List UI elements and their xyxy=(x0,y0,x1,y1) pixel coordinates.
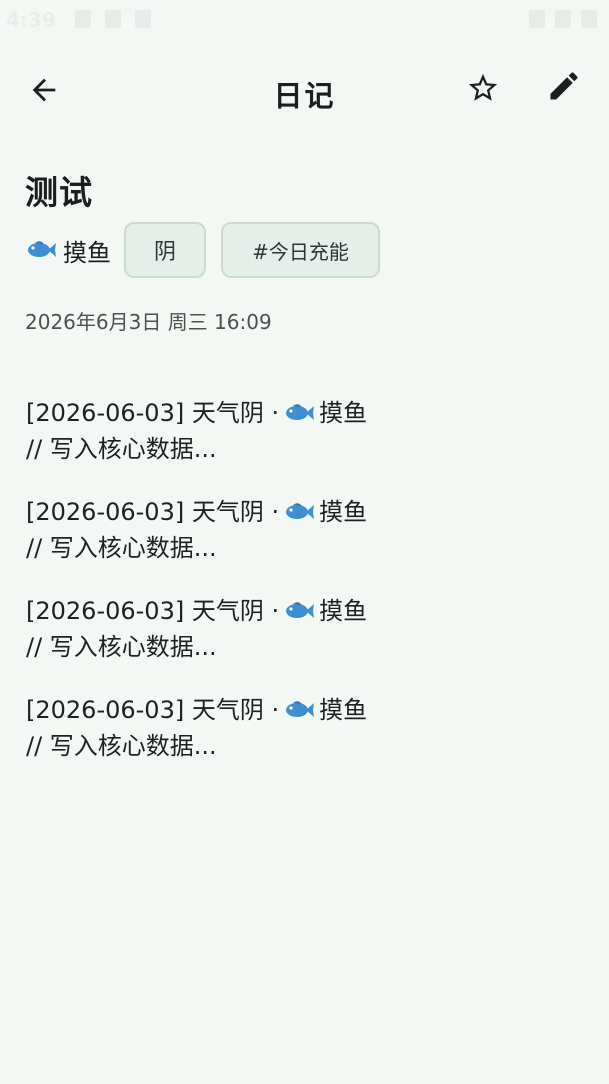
content-mood: 摸鱼 xyxy=(319,597,368,625)
content-text-line: // 写入核心数据... xyxy=(26,435,217,463)
entry-title: 测试 xyxy=(25,173,93,212)
content-header-line: [2026-06-03] 天气阴 · 摸鱼 xyxy=(26,593,586,629)
entry-date: 2026年6月3日 周三 16:09 xyxy=(25,310,272,334)
wifi-icon xyxy=(529,10,545,28)
content-block: [2026-06-03] 天气阴 · 摸鱼 // 写入核心数据... xyxy=(26,692,586,791)
edit-button[interactable] xyxy=(540,62,588,110)
weather-chip[interactable]: 阴 xyxy=(124,222,206,278)
fish-icon xyxy=(286,404,315,420)
content-text-line: // 写入核心数据... xyxy=(26,633,217,661)
status-notification-icons xyxy=(75,10,151,28)
mood-label: 摸鱼 xyxy=(63,238,111,267)
content-text-line: // 写入核心数据... xyxy=(26,732,217,760)
content-date-weather: [2026-06-03] 天气阴 · xyxy=(26,696,280,724)
pencil-icon xyxy=(550,72,578,100)
content-mood: 摸鱼 xyxy=(319,498,368,526)
entry-content: [2026-06-03] 天气阴 · 摸鱼 // 写入核心数据... [2026-… xyxy=(26,395,586,791)
content-date-weather: [2026-06-03] 天气阴 · xyxy=(26,597,280,625)
content-mood: 摸鱼 xyxy=(319,399,368,427)
fish-icon xyxy=(286,701,315,717)
entry-tags: 摸鱼 阴 #今日充能 xyxy=(25,221,395,279)
status-time: 4:39 xyxy=(6,8,56,32)
star-outline-icon xyxy=(468,73,498,101)
content-header-line: [2026-06-03] 天气阴 · 摸鱼 xyxy=(26,395,586,431)
content-date-weather: [2026-06-03] 天气阴 · xyxy=(26,399,280,427)
top-app-bar: 日记 xyxy=(0,58,609,122)
content-header-line: [2026-06-03] 天气阴 · 摸鱼 xyxy=(26,494,586,530)
fish-icon xyxy=(28,241,56,257)
content-header-line: [2026-06-03] 天气阴 · 摸鱼 xyxy=(26,692,586,728)
fish-icon xyxy=(286,503,315,519)
content-text-line: // 写入核心数据... xyxy=(26,534,217,562)
battery-icon xyxy=(581,10,597,28)
signal-icon xyxy=(555,10,571,28)
mood-indicator: 摸鱼 xyxy=(25,233,111,268)
download-icon xyxy=(105,10,121,28)
app-notification-icon xyxy=(135,10,151,28)
tag-chip[interactable]: #今日充能 xyxy=(221,222,380,278)
content-mood: 摸鱼 xyxy=(319,696,368,724)
content-block: [2026-06-03] 天气阴 · 摸鱼 // 写入核心数据... xyxy=(26,593,586,692)
content-block: [2026-06-03] 天气阴 · 摸鱼 // 写入核心数据... xyxy=(26,494,586,593)
status-bar: 4:39 xyxy=(0,0,609,40)
page-title: 日记 xyxy=(273,79,336,113)
status-system-icons xyxy=(529,10,597,28)
content-block: [2026-06-03] 天气阴 · 摸鱼 // 写入核心数据... xyxy=(26,395,586,494)
fish-icon xyxy=(286,602,315,618)
download-icon xyxy=(75,10,91,28)
content-date-weather: [2026-06-03] 天气阴 · xyxy=(26,498,280,526)
favorite-button[interactable] xyxy=(459,64,507,112)
